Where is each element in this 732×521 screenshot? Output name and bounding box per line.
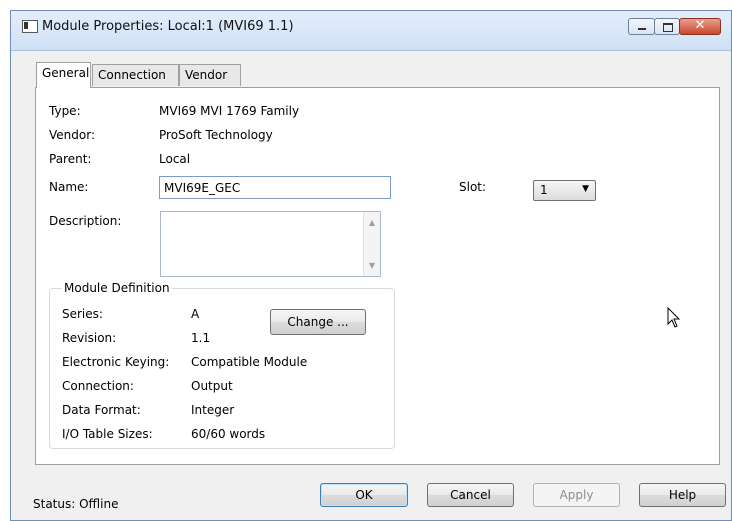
description-input[interactable]: ▲ ▼ (160, 211, 381, 277)
minimize-icon (638, 28, 646, 30)
window-title: Module Properties: Local:1 (MVI69 1.1) (42, 19, 294, 34)
name-label: Name: (49, 180, 89, 194)
revision-label: Revision: (62, 331, 117, 345)
name-input[interactable] (159, 176, 391, 199)
parent-label: Parent: (49, 152, 92, 166)
status-label: Status: (33, 497, 76, 511)
tab-vendor[interactable]: Vendor (179, 64, 241, 86)
data-format-label: Data Format: (62, 403, 141, 417)
tab-general[interactable]: General (36, 62, 91, 88)
series-label: Series: (62, 307, 103, 321)
close-button[interactable]: ✕ (679, 18, 721, 35)
help-button[interactable]: Help (639, 483, 726, 507)
slot-select[interactable]: 1 ▼ (533, 180, 596, 201)
module-definition-legend: Module Definition (64, 281, 170, 295)
connection-label: Connection: (62, 379, 134, 393)
tab-connection[interactable]: Connection (92, 64, 179, 86)
close-icon: ✕ (694, 18, 706, 33)
series-value: A (191, 307, 200, 321)
minimize-button[interactable] (628, 18, 655, 35)
general-tab-panel: Type: MVI69 MVI 1769 Family Vendor: ProS… (35, 87, 720, 465)
electronic-keying-value: Compatible Module (191, 355, 308, 369)
type-label: Type: (49, 104, 81, 118)
vendor-value: ProSoft Technology (159, 128, 273, 142)
vendor-label: Vendor: (49, 128, 95, 142)
maximize-icon (663, 23, 673, 32)
io-table-sizes-value: 60/60 words (191, 427, 266, 441)
slot-value: 1 (540, 183, 548, 197)
connection-value: Output (191, 379, 233, 393)
parent-value: Local (159, 152, 191, 166)
data-format-value: Integer (191, 403, 235, 417)
app-icon (22, 20, 38, 33)
ok-button[interactable]: OK (320, 483, 408, 507)
maximize-button[interactable] (654, 18, 680, 35)
change-button[interactable]: Change ... (270, 309, 366, 335)
revision-value: 1.1 (191, 331, 211, 345)
slot-label: Slot: (459, 180, 487, 194)
status-value: Offline (79, 497, 119, 511)
description-scrollbar[interactable]: ▲ ▼ (363, 212, 380, 276)
dropdown-arrow-icon: ▼ (582, 184, 589, 194)
io-table-sizes-label: I/O Table Sizes: (62, 427, 153, 441)
description-label: Description: (49, 214, 122, 228)
type-value: MVI69 MVI 1769 Family (159, 104, 300, 118)
module-definition-group: Module Definition Series: A Revision: 1.… (49, 281, 395, 449)
electronic-keying-label: Electronic Keying: (62, 355, 170, 369)
mouse-cursor-icon (667, 307, 681, 328)
module-properties-dialog: Module Properties: Local:1 (MVI69 1.1) ✕… (10, 10, 732, 521)
cancel-button[interactable]: Cancel (427, 483, 514, 507)
apply-button[interactable]: Apply (533, 483, 620, 507)
scroll-up-icon[interactable]: ▲ (364, 218, 380, 227)
scroll-down-icon[interactable]: ▼ (364, 261, 380, 270)
status-bar: Status: Offline (33, 497, 118, 511)
title-bar[interactable]: Module Properties: Local:1 (MVI69 1.1) ✕ (11, 11, 731, 51)
